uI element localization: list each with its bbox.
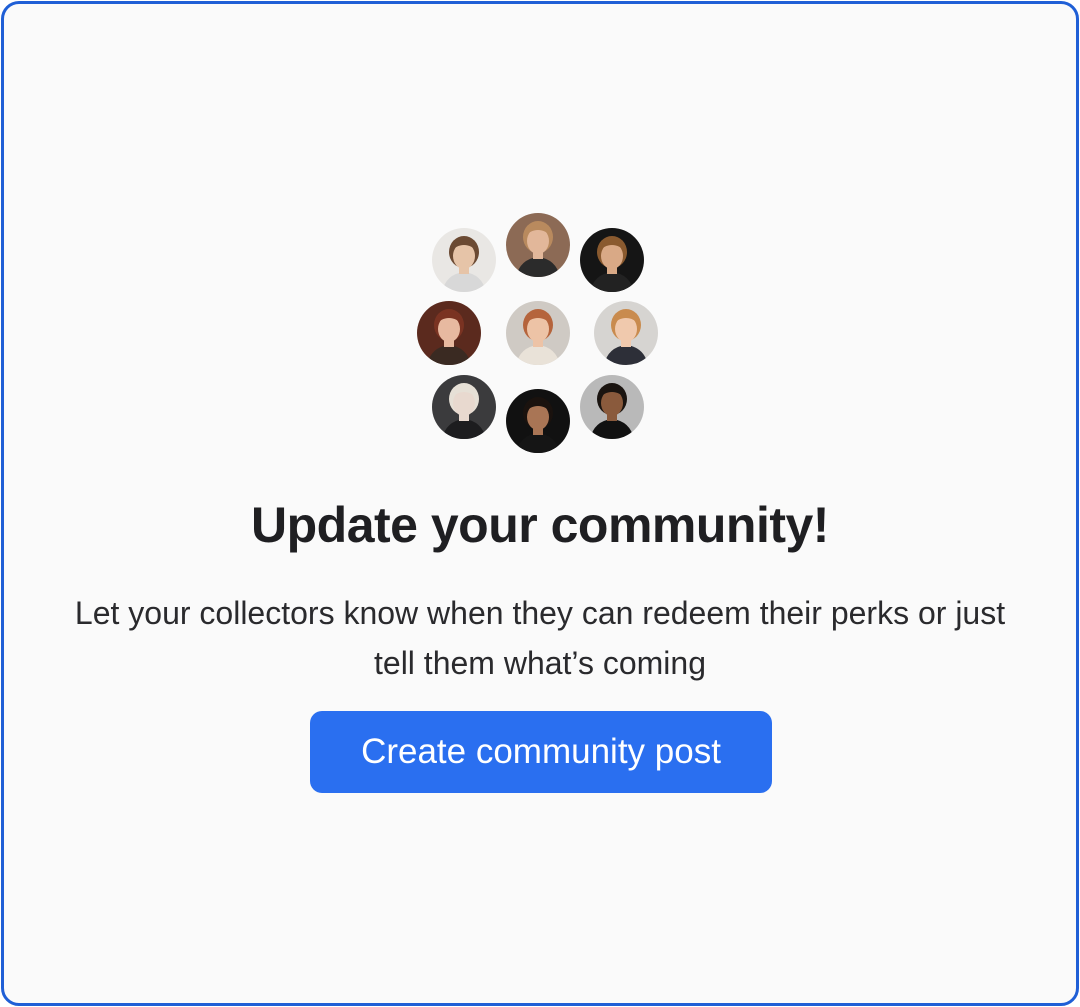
avatar [417,301,481,365]
avatar-portrait [432,375,496,439]
avatar-portrait [432,228,496,292]
avatar-portrait [506,389,570,453]
avatar-portrait [580,228,644,292]
avatar [432,375,496,439]
avatar-portrait [580,375,644,439]
empty-state-description: Let your collectors know when they can r… [74,595,1006,681]
avatar [506,301,570,365]
avatar [580,375,644,439]
avatar-portrait [506,213,570,277]
avatar-portrait [506,301,570,365]
avatar [580,228,644,292]
empty-state-card: Update your community! Let your collecto… [1,1,1079,1006]
empty-state-title: Update your community! [251,497,829,553]
avatar [506,213,570,277]
avatar [432,228,496,292]
avatar [506,389,570,453]
avatar [594,301,658,365]
avatar-portrait [594,301,658,365]
create-community-post-button[interactable]: Create community post [310,711,772,793]
avatar-portrait [417,301,481,365]
